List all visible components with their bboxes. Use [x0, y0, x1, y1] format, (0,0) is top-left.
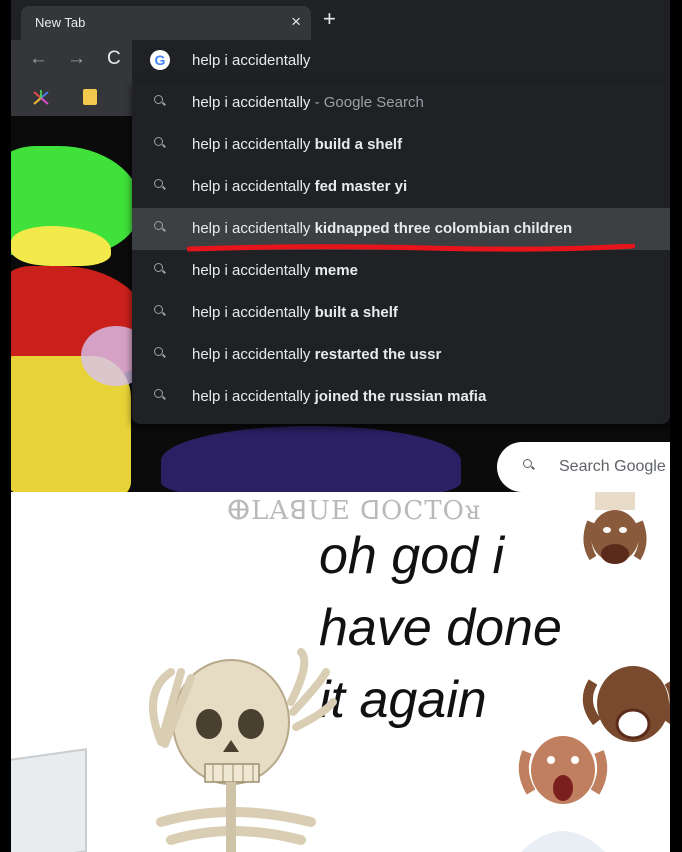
search-icon: [154, 179, 166, 190]
suggestion-item[interactable]: help i accidentally fed master yi: [132, 166, 670, 208]
search-icon: [154, 347, 166, 358]
skeleton-image: [149, 648, 337, 852]
search-icon: [154, 137, 166, 148]
caption-line: oh god i: [319, 527, 505, 585]
browser-window: New Tab × + ← → C G help i accidentally …: [11, 0, 670, 492]
surprised-kid-top-image: [583, 492, 647, 564]
red-underline-annotation: [187, 244, 635, 252]
suggestion-item[interactable]: help i accidentally build a shelf: [132, 124, 670, 166]
search-icon: [154, 95, 166, 106]
right-border: [670, 0, 682, 852]
search-icon: [154, 221, 166, 232]
omnibox-input[interactable]: help i accidentally: [192, 52, 310, 69]
left-border: [0, 0, 11, 852]
bookmark-favicon-icon[interactable]: [31, 88, 51, 108]
bookmark-folder-icon[interactable]: [83, 89, 97, 105]
search-icon: [154, 305, 166, 316]
search-google-box[interactable]: Search Google: [497, 442, 670, 492]
back-icon[interactable]: ←: [29, 49, 48, 69]
search-icon: [154, 389, 166, 400]
meme-reaction-panel: ⴲLAꓭUE ꓷOCTOᴚ oh god i have done it agai…: [11, 492, 670, 852]
screaming-kids-image: [518, 666, 670, 852]
suggestion-item[interactable]: help i accidentally built a shelf: [132, 292, 670, 334]
laptop-image: [11, 748, 87, 852]
suggestion-item[interactable]: help i accidentally restarted the ussr: [132, 334, 670, 376]
search-google-placeholder: Search Google: [559, 458, 666, 475]
close-tab-icon[interactable]: ×: [291, 12, 301, 32]
omnibox[interactable]: G help i accidentally: [132, 40, 670, 82]
suggestion-dropdown: help i accidentally - Google Search help…: [132, 82, 670, 424]
suggestion-item[interactable]: help i accidentally - Google Search: [132, 82, 670, 124]
new-tab-button[interactable]: +: [323, 8, 336, 30]
search-icon: [154, 263, 166, 274]
reload-icon[interactable]: C: [107, 49, 121, 69]
tab-new-tab[interactable]: New Tab ×: [21, 6, 311, 40]
meme-image: New Tab × + ← → C G help i accidentally …: [0, 0, 682, 852]
search-icon: [523, 459, 535, 470]
suggestion-item[interactable]: help i accidentally meme: [132, 250, 670, 292]
google-logo-icon: G: [150, 50, 170, 70]
forward-icon[interactable]: →: [67, 49, 86, 69]
tab-strip: New Tab × +: [11, 0, 670, 40]
tab-title: New Tab: [35, 15, 86, 30]
suggestion-item[interactable]: help i accidentally joined the russian m…: [132, 376, 670, 418]
